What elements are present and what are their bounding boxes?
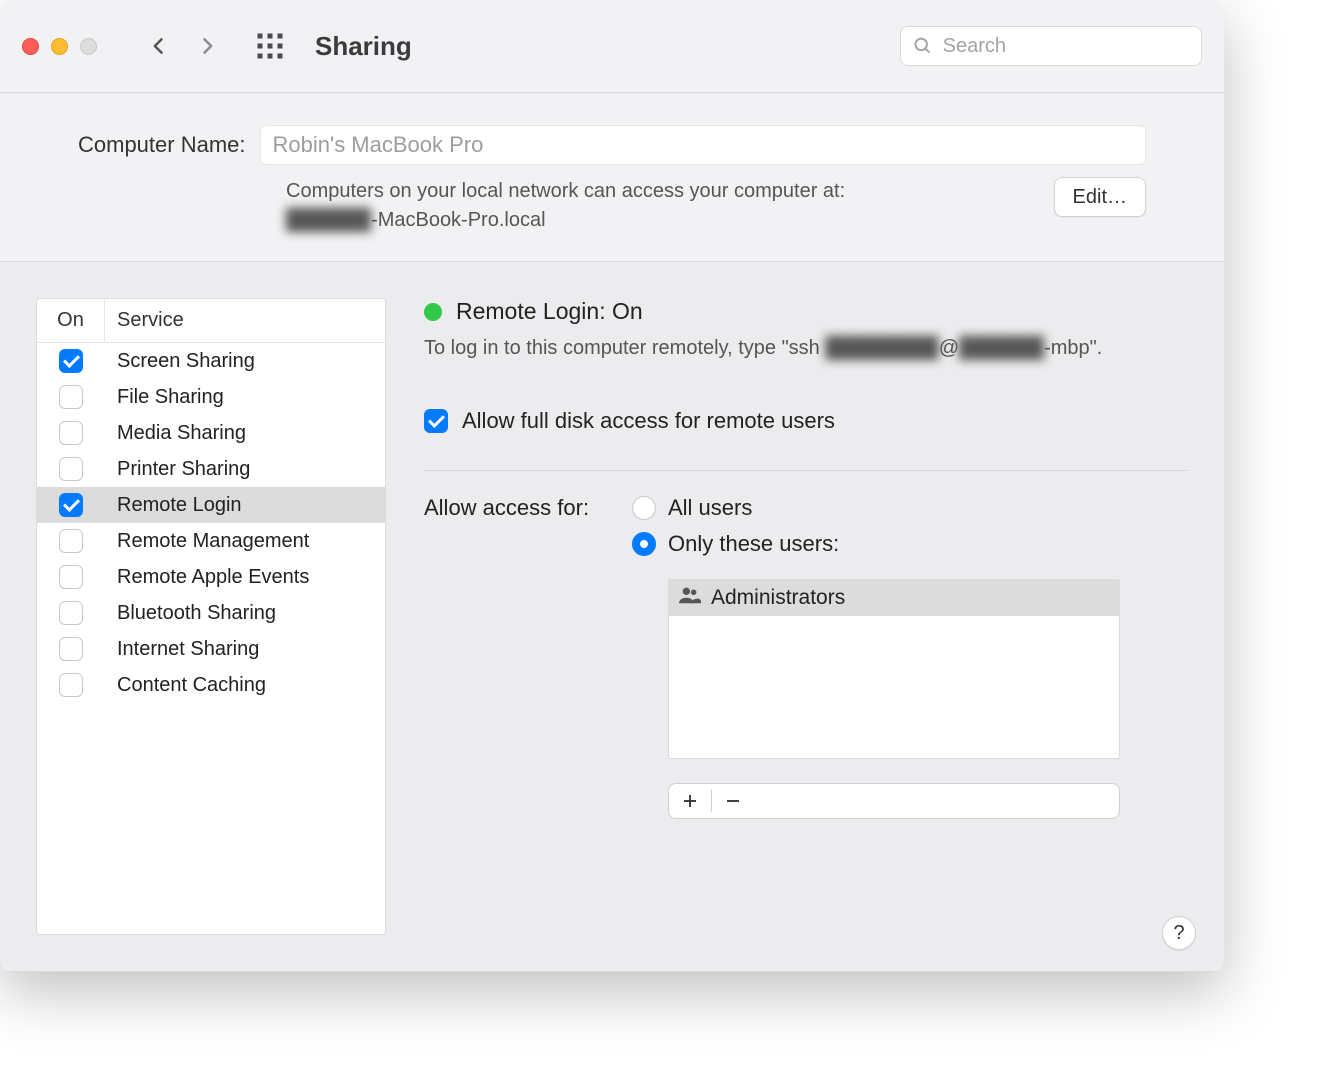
service-label: File Sharing	[105, 386, 224, 409]
service-row[interactable]: Media Sharing	[37, 415, 385, 451]
main-panel: On Service Screen Sharing File Sharing Med…	[0, 261, 1224, 972]
service-label: Media Sharing	[105, 422, 246, 445]
remove-user-button[interactable]	[712, 784, 754, 818]
computer-name-input[interactable]	[260, 125, 1146, 165]
service-checkbox[interactable]	[59, 349, 83, 373]
titlebar: Sharing	[0, 0, 1224, 93]
radio-all-users-label: All users	[668, 495, 752, 521]
page-title: Sharing	[315, 31, 412, 62]
service-checkbox[interactable]	[59, 529, 83, 553]
allow-access-label: Allow access for:	[424, 495, 614, 521]
edit-hostname-button[interactable]: Edit…	[1054, 177, 1146, 217]
close-window-button[interactable]	[22, 38, 39, 55]
column-on: On	[37, 299, 105, 342]
search-field[interactable]	[900, 26, 1202, 66]
service-checkbox[interactable]	[59, 637, 83, 661]
back-button[interactable]	[141, 26, 177, 66]
window-controls	[22, 38, 97, 55]
search-input[interactable]	[943, 35, 1189, 58]
service-checkbox[interactable]	[59, 385, 83, 409]
services-table: On Service Screen Sharing File Sharing Med…	[36, 298, 386, 935]
help-button[interactable]: ?	[1162, 916, 1196, 950]
service-row[interactable]: Remote Management	[37, 523, 385, 559]
service-label: Remote Apple Events	[105, 566, 309, 589]
search-icon	[913, 35, 933, 57]
radio-only-these-users-label: Only these users:	[668, 531, 839, 557]
service-checkbox[interactable]	[59, 601, 83, 625]
service-checkbox[interactable]	[59, 493, 83, 517]
services-header: On Service	[37, 299, 385, 343]
zoom-window-button	[80, 38, 97, 55]
service-row[interactable]: Remote Apple Events	[37, 559, 385, 595]
service-label: Screen Sharing	[105, 350, 255, 373]
add-user-button[interactable]	[669, 784, 711, 818]
divider	[424, 470, 1188, 471]
people-icon	[679, 586, 701, 610]
service-row[interactable]: Printer Sharing	[37, 451, 385, 487]
computer-name-section: Computer Name: Computers on your local n…	[0, 93, 1224, 261]
service-label: Bluetooth Sharing	[105, 602, 276, 625]
service-checkbox[interactable]	[59, 673, 83, 697]
service-checkbox[interactable]	[59, 457, 83, 481]
service-label: Content Caching	[105, 674, 266, 697]
service-label: Remote Login	[105, 494, 242, 517]
full-disk-access-checkbox[interactable]	[424, 409, 448, 433]
service-row[interactable]: Screen Sharing	[37, 343, 385, 379]
service-checkbox[interactable]	[59, 565, 83, 589]
users-list[interactable]: Administrators	[668, 579, 1120, 759]
plus-icon	[681, 792, 699, 810]
add-remove-toolbar	[668, 783, 1120, 819]
full-disk-access-label: Allow full disk access for remote users	[462, 408, 835, 434]
service-row[interactable]: Bluetooth Sharing	[37, 595, 385, 631]
status-subtitle: To log in to this computer remotely, typ…	[424, 337, 1188, 360]
computer-name-hint: Computers on your local network can acce…	[286, 177, 1054, 235]
service-row[interactable]: File Sharing	[37, 379, 385, 415]
minus-icon	[724, 792, 742, 810]
service-detail-panel: Remote Login: On To log in to this compu…	[386, 298, 1188, 935]
user-label: Administrators	[711, 586, 845, 610]
service-checkbox[interactable]	[59, 421, 83, 445]
user-row[interactable]: Administrators	[669, 580, 1119, 616]
forward-button	[189, 26, 225, 66]
service-label: Internet Sharing	[105, 638, 259, 661]
column-service: Service	[105, 309, 184, 332]
minimize-window-button[interactable]	[51, 38, 68, 55]
computer-name-label: Computer Name:	[78, 132, 246, 158]
status-indicator-icon	[424, 303, 442, 321]
sharing-window: Sharing Computer Name: Computers on your…	[0, 0, 1224, 972]
radio-only-these-users[interactable]	[632, 532, 656, 556]
service-row[interactable]: Content Caching	[37, 667, 385, 703]
help-icon: ?	[1173, 922, 1184, 945]
service-row[interactable]: Internet Sharing	[37, 631, 385, 667]
service-label: Printer Sharing	[105, 458, 250, 481]
status-title: Remote Login: On	[456, 298, 643, 325]
service-row[interactable]: Remote Login	[37, 487, 385, 523]
service-label: Remote Management	[105, 530, 309, 553]
radio-all-users[interactable]	[632, 496, 656, 520]
show-all-prefs-button[interactable]	[255, 31, 285, 61]
